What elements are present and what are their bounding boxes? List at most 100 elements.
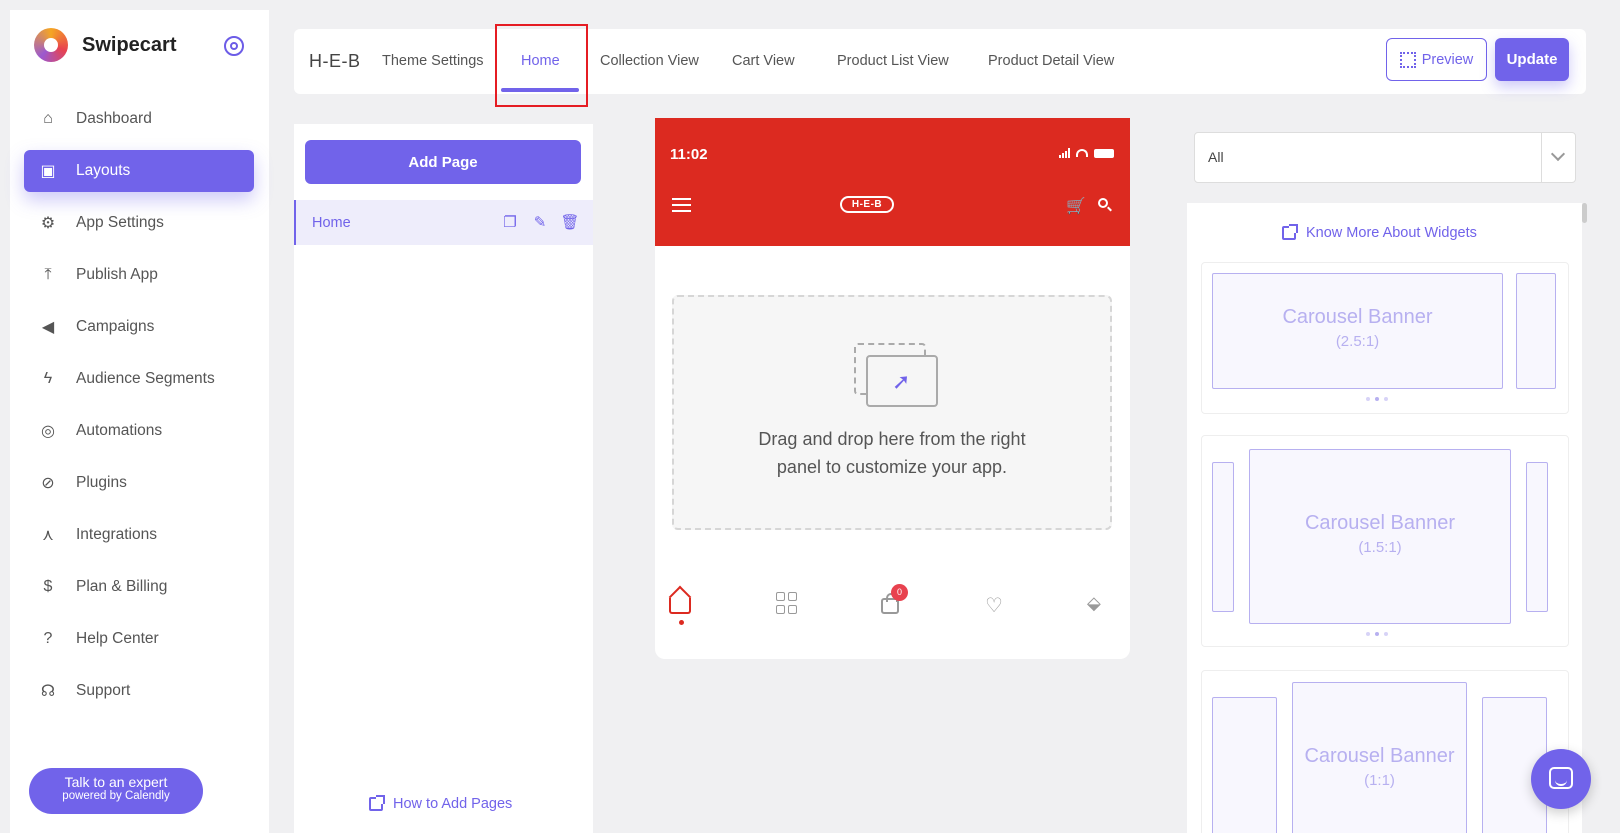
external-link-icon: [1282, 224, 1298, 240]
lightning-icon: ϟ: [43, 370, 53, 387]
tab-product-list-view[interactable]: Product List View: [837, 53, 949, 69]
sidebar-item-plugins[interactable]: ⊘ Plugins: [24, 462, 254, 504]
know-more-widgets-link[interactable]: Know More About Widgets: [1282, 224, 1477, 241]
sidebar-item-label: Automations: [76, 422, 163, 439]
drop-zone[interactable]: ➚ Drag and drop here from the right pane…: [672, 295, 1112, 530]
chat-icon: [1549, 767, 1573, 789]
sidebar-item-layouts[interactable]: ▣ Layouts: [24, 150, 254, 192]
update-button[interactable]: Update: [1495, 38, 1569, 81]
sidebar-item-label: Plugins: [76, 474, 127, 491]
home-icon: ⌂: [43, 110, 53, 127]
sidebar-item-support[interactable]: ☊ Support: [24, 670, 254, 712]
carousel-banner-preview: Carousel Banner (1.5:1): [1249, 449, 1511, 624]
drop-instructions-line2: panel to customize your app.: [776, 457, 1008, 477]
plug-icon: ⊘: [41, 475, 55, 492]
tab-cart-view[interactable]: Cart View: [732, 53, 795, 69]
widgets-scrollbar[interactable]: [1582, 203, 1587, 833]
widget-ratio: (1:1): [1364, 772, 1395, 789]
sidebar-item-label: Layouts: [76, 162, 131, 179]
sidebar-item-label: Integrations: [76, 526, 157, 543]
sidebar-item-label: Support: [76, 682, 131, 699]
next-slide-preview: [1516, 273, 1556, 389]
preview-label: Preview: [1421, 51, 1474, 68]
categories-icon[interactable]: [776, 592, 798, 614]
widget-card-carousel-1-5[interactable]: Carousel Banner (1.5:1): [1201, 435, 1569, 647]
heart-icon[interactable]: ♡: [985, 593, 1003, 618]
gear-icon: ⚙: [40, 215, 56, 232]
status-icons: [1059, 148, 1114, 158]
brand[interactable]: Swipecart: [34, 28, 176, 62]
prev-slide-preview: [1212, 462, 1234, 612]
menu-icon[interactable]: [672, 198, 691, 216]
search-icon[interactable]: [1098, 198, 1108, 208]
expert-sublabel: powered by Calendly: [62, 790, 170, 802]
sidebar-item-automations[interactable]: ◎ Automations: [24, 410, 254, 452]
sidebar-item-campaigns[interactable]: ◀ Campaigns: [24, 306, 254, 348]
carousel-dots: [1366, 632, 1388, 636]
edit-icon[interactable]: ✎: [531, 213, 549, 231]
widget-title: Carousel Banner: [1304, 512, 1456, 534]
tab-collection-view[interactable]: Collection View: [600, 53, 699, 69]
sidebar-toggle-icon[interactable]: [224, 36, 244, 56]
sidebar-item-help-center[interactable]: ? Help Center: [24, 618, 254, 660]
widget-filter-select[interactable]: All: [1194, 132, 1576, 183]
carousel-dots: [1366, 397, 1388, 401]
preview-button[interactable]: Preview: [1386, 38, 1487, 81]
store-name: H-E-B: [309, 51, 361, 71]
cart-count-badge: 0: [891, 584, 908, 601]
billing-icon: $: [43, 578, 53, 595]
sidebar-item-audience-segments[interactable]: ϟ Audience Segments: [24, 358, 254, 400]
cart-icon[interactable]: 🛒: [1066, 196, 1086, 216]
sidebar-item-label: Plan & Billing: [76, 578, 168, 595]
widget-ratio: (1.5:1): [1358, 539, 1402, 556]
sidebar-item-label: Publish App: [76, 266, 158, 283]
widgets-panel: Know More About Widgets Carousel Banner …: [1187, 203, 1582, 833]
sidebar-item-integrations[interactable]: ⋏ Integrations: [24, 514, 254, 556]
widget-title: Carousel Banner: [1282, 306, 1433, 328]
brand-logo: [34, 28, 68, 62]
phone-preview: 11:02 H-E-B 🛒 ➚ Drag and drop here from …: [655, 118, 1130, 659]
trash-icon[interactable]: 🗑: [560, 213, 579, 231]
home-icon[interactable]: [669, 598, 691, 614]
help-icon: ?: [43, 630, 53, 647]
cursor-icon: ➚: [892, 369, 911, 394]
widget-ratio: (2.5:1): [1335, 333, 1380, 350]
carousel-banner-preview: Carousel Banner (1:1): [1292, 682, 1467, 833]
drag-drop-icon: ➚: [854, 343, 938, 407]
widget-card-carousel-1-1[interactable]: Carousel Banner (1:1): [1201, 670, 1569, 833]
prev-slide-preview: [1212, 697, 1277, 833]
sidebar-item-dashboard[interactable]: ⌂ Dashboard: [24, 98, 254, 140]
widget-title: Carousel Banner: [1304, 745, 1455, 767]
brand-name: Swipecart: [82, 33, 177, 56]
battery-icon: [1094, 148, 1114, 158]
active-dot: [679, 620, 684, 625]
sidebar-nav: ⌂ Dashboard ▣ Layouts ⚙ App Settings ⤒ P…: [24, 98, 254, 722]
carousel-banner-preview: Carousel Banner (2.5:1): [1212, 273, 1503, 389]
widget-card-carousel-2-5[interactable]: Carousel Banner (2.5:1): [1201, 262, 1569, 414]
tab-theme-settings[interactable]: Theme Settings: [382, 53, 484, 69]
add-page-button[interactable]: Add Page: [305, 140, 581, 184]
talk-to-expert-button[interactable]: Talk to an expert powered by Calendly: [29, 768, 203, 814]
sidebar-item-app-settings[interactable]: ⚙ App Settings: [24, 202, 254, 244]
know-more-label: Know More About Widgets: [1306, 225, 1477, 241]
signal-icon: [1059, 148, 1070, 158]
how-to-add-pages-link[interactable]: How to Add Pages: [369, 795, 512, 812]
next-slide-preview: [1526, 462, 1548, 612]
sidebar: Swipecart ⌂ Dashboard ▣ Layouts ⚙ App Se…: [10, 10, 269, 833]
sidebar-item-plan-billing[interactable]: $ Plan & Billing: [24, 566, 254, 608]
sidebar-item-label: App Settings: [76, 214, 164, 231]
chat-launcher-button[interactable]: [1531, 749, 1591, 809]
filter-value: All: [1208, 149, 1224, 165]
page-list-item[interactable]: Home ❐ ✎ 🗑: [294, 200, 593, 245]
automation-icon: ◎: [41, 423, 55, 440]
tab-product-detail-view[interactable]: Product Detail View: [988, 53, 1114, 69]
tag-icon[interactable]: ⬙: [1087, 593, 1101, 614]
phone-header: 11:02 H-E-B 🛒: [655, 118, 1130, 246]
scroll-thumb[interactable]: [1582, 203, 1587, 223]
drop-instructions: Drag and drop here from the right panel …: [674, 425, 1110, 481]
duplicate-icon[interactable]: ❐: [501, 213, 519, 231]
expert-label: Talk to an expert: [64, 774, 168, 790]
sidebar-item-label: Campaigns: [76, 318, 155, 335]
sidebar-item-publish-app[interactable]: ⤒ Publish App: [24, 254, 254, 296]
drop-instructions-line1: Drag and drop here from the right: [758, 429, 1026, 449]
